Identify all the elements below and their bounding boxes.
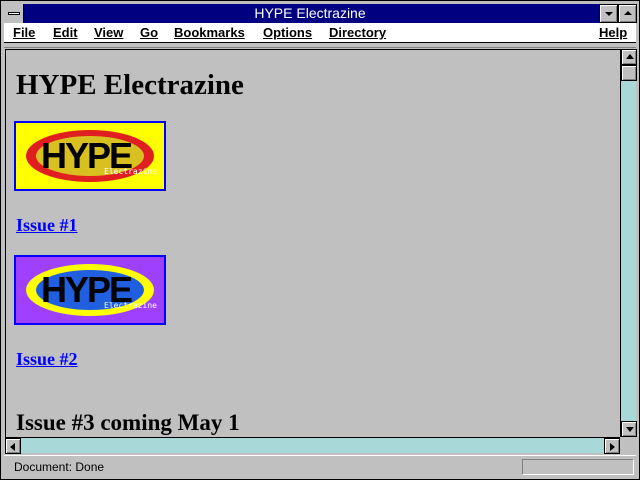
window-title: HYPE Electrazine	[254, 5, 366, 21]
logo-subtext: Electrazine	[104, 301, 157, 310]
system-menu-button[interactable]	[4, 4, 24, 23]
status-text: Document: Done	[14, 460, 105, 474]
browser-window: HYPE Electrazine File Edit View Go Bookm…	[0, 0, 640, 480]
status-bar: Document: Done	[4, 455, 636, 478]
title-bar[interactable]: HYPE Electrazine	[4, 4, 637, 23]
arrow-left-icon	[10, 443, 15, 451]
maximize-icon	[624, 11, 632, 15]
menu-directory[interactable]: Directory	[329, 23, 386, 42]
menu-file[interactable]: File	[13, 23, 35, 42]
issue-1-link[interactable]: Issue #1	[16, 215, 78, 236]
toolbar-separator	[4, 43, 636, 48]
menu-view[interactable]: View	[94, 23, 123, 42]
page-title: HYPE Electrazine	[16, 69, 244, 101]
issue-2-link[interactable]: Issue #2	[16, 349, 78, 370]
menu-edit[interactable]: Edit	[53, 23, 78, 42]
scroll-thumb[interactable]	[621, 65, 637, 81]
system-menu-icon	[8, 12, 20, 15]
coming-soon-heading: Issue #3 coming May 1	[16, 410, 240, 435]
logo-subtext: Electrazine	[104, 167, 157, 176]
minimize-icon	[605, 12, 613, 16]
page-content: HYPE Electrazine HYPE Electrazine Issue …	[5, 49, 621, 438]
vertical-scrollbar[interactable]	[620, 49, 637, 437]
scroll-left-button[interactable]	[5, 438, 21, 454]
menu-bar: File Edit View Go Bookmarks Options Dire…	[4, 23, 636, 43]
scroll-up-button[interactable]	[621, 49, 637, 65]
progress-bar	[522, 459, 634, 475]
maximize-button[interactable]	[618, 4, 637, 23]
arrow-down-icon	[626, 427, 634, 432]
menu-go[interactable]: Go	[140, 23, 158, 42]
scroll-down-button[interactable]	[621, 421, 637, 437]
menu-options[interactable]: Options	[263, 23, 312, 42]
arrow-right-icon	[610, 443, 615, 451]
menu-bookmarks[interactable]: Bookmarks	[174, 23, 245, 42]
horizontal-scrollbar[interactable]	[5, 437, 620, 454]
hype-logo-issue-1[interactable]: HYPE Electrazine	[14, 121, 166, 191]
menu-help[interactable]: Help	[599, 23, 627, 42]
minimize-button[interactable]	[599, 4, 618, 23]
scrollbar-corner	[620, 437, 636, 453]
scroll-right-button[interactable]	[604, 438, 620, 454]
hype-logo-issue-2[interactable]: HYPE Electrazine	[14, 255, 166, 325]
arrow-up-icon	[626, 54, 634, 59]
